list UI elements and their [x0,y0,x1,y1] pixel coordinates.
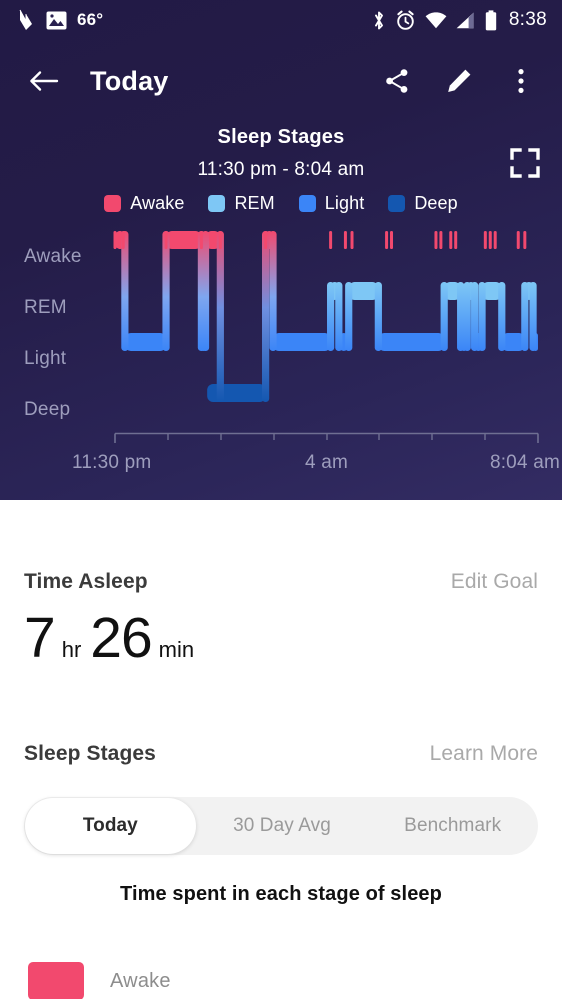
status-bar-right: 8:38 [372,9,547,31]
x-axis-labels: 11:30 pm 4 am 8:04 am [0,452,562,478]
app-bar: Today [0,47,562,115]
hypnogram-trace [113,231,538,402]
fullscreen-icon[interactable] [508,146,542,180]
stages-subheading: Time spent in each stage of sleep [120,883,442,905]
x-axis [114,432,539,443]
sleep-detail-screen: 66° 8:38 Today Sleep Stages 11:30 pm - 8… [0,0,562,999]
stages-segmented-control: Today 30 Day Avg Benchmark [24,797,538,855]
hypnogram-plot[interactable]: Awake REM Light Deep [0,225,562,425]
legend-label-rem: REM [234,193,275,213]
app-bar-actions [380,64,538,98]
more-options-icon[interactable] [504,64,538,98]
x-tick-mid: 4 am [305,452,349,473]
chart-title: Sleep Stages [217,126,345,148]
page-title: Today [90,65,169,96]
temperature-label: 66° [77,10,104,29]
learn-more-link[interactable]: Learn More [430,742,538,766]
time-asleep-header: Time Asleep Edit Goal [24,570,538,594]
time-asleep-hours: 7 [24,606,56,670]
legend-swatch-rem [208,195,226,212]
back-arrow-icon[interactable] [24,61,64,101]
legend-item-deep[interactable]: Deep [388,193,458,214]
time-asleep-minutes: 26 [90,606,152,670]
photo-icon [46,11,67,30]
wifi-icon [425,11,447,29]
chart-subtitle: 11:30 pm - 8:04 am [197,159,365,180]
time-asleep-hours-unit: hr [61,637,82,662]
clock-label: 8:38 [508,9,547,30]
legend-item-rem[interactable]: REM [208,193,275,214]
activity-icon [16,9,36,31]
legend-swatch-awake [104,195,122,212]
legend-label-awake: Awake [130,193,185,213]
stage-swatch-awake [28,962,84,999]
status-bar: 66° 8:38 [0,0,562,40]
legend-swatch-light [298,195,316,212]
time-asleep-value: 7 hr 26 min [24,610,203,667]
sleep-chart-panel: 66° 8:38 Today Sleep Stages 11:30 pm - 8… [0,0,562,500]
stage-legend-row-awake: Awake [28,962,171,999]
legend-item-light[interactable]: Light [298,193,365,214]
tab-30-day-avg[interactable]: 30 Day Avg [197,797,368,855]
x-tick-end: 8:04 am [489,452,560,473]
legend-item-awake[interactable]: Awake [104,193,184,214]
edit-goal-link[interactable]: Edit Goal [451,570,538,594]
cell-signal-icon [456,12,476,29]
tab-benchmark[interactable]: Benchmark [367,797,538,855]
share-icon[interactable] [380,64,414,98]
sleep-details-panel: Time Asleep Edit Goal 7 hr 26 min Sleep … [0,500,562,999]
alarm-icon [395,10,416,31]
battery-icon [485,9,497,31]
bluetooth-icon [372,10,386,31]
x-tick-start: 11:30 pm [72,452,152,473]
legend-label-deep: Deep [414,193,458,213]
legend-label-light: Light [324,193,365,213]
status-bar-left: 66° [16,9,103,31]
sleep-stages-label: Sleep Stages [24,742,156,765]
edit-pencil-icon[interactable] [442,64,476,98]
legend-swatch-deep [388,195,406,212]
time-asleep-minutes-unit: min [158,637,195,662]
chart-legend: Awake REM Light Deep [0,193,562,214]
stage-name-awake: Awake [110,969,171,992]
tab-today[interactable]: Today [25,798,196,854]
time-asleep-label: Time Asleep [24,570,148,593]
sleep-stages-header: Sleep Stages Learn More [24,742,538,766]
